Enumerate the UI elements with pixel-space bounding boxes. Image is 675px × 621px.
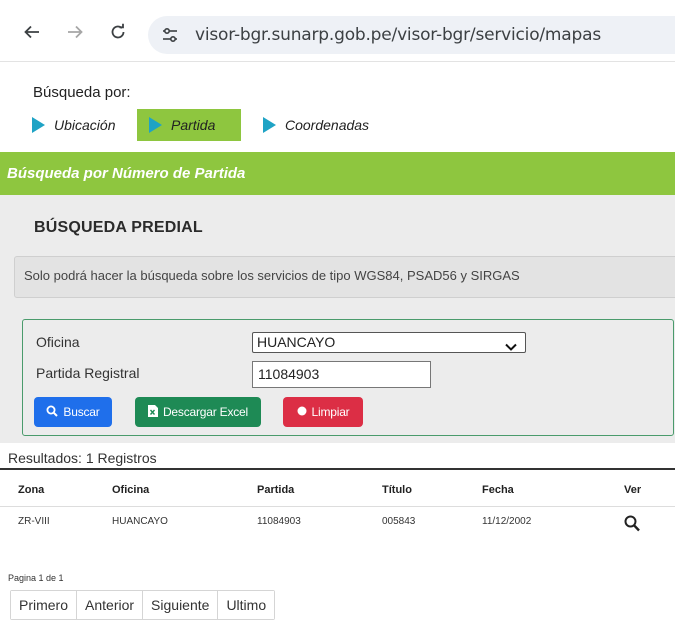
column-header-ver: Ver bbox=[624, 484, 642, 496]
forward-arrow-icon[interactable] bbox=[63, 20, 87, 44]
office-label: Oficina bbox=[36, 334, 80, 350]
search-button[interactable]: Buscar bbox=[34, 397, 112, 427]
tab-partida[interactable]: Partida bbox=[137, 109, 241, 141]
pager-first[interactable]: Primero bbox=[11, 591, 78, 619]
reload-icon[interactable] bbox=[106, 20, 130, 44]
notice-text: Solo podrá hacer la búsqueda sobre los s… bbox=[24, 268, 520, 283]
circle-icon bbox=[297, 405, 307, 419]
section-title: BÚSQUEDA PREDIAL bbox=[34, 219, 203, 236]
column-header-oficina: Oficina bbox=[112, 484, 150, 496]
partida-input[interactable]: 11084903 bbox=[252, 361, 431, 388]
column-header-zona: Zona bbox=[18, 484, 45, 496]
column-header-titulo: Título bbox=[382, 484, 412, 496]
page-info: Pagina 1 de 1 bbox=[8, 573, 64, 583]
pager-last[interactable]: Ultimo bbox=[218, 591, 275, 619]
cell-fecha: 11/12/2002 bbox=[482, 516, 532, 527]
url-text[interactable]: visor-bgr.sunarp.gob.pe/visor-bgr/servic… bbox=[195, 25, 601, 45]
triangle-icon bbox=[149, 117, 162, 133]
search-button-label: Buscar bbox=[63, 405, 100, 419]
clear-button[interactable]: Limpiar bbox=[283, 397, 363, 427]
office-select[interactable]: HUANCAYO bbox=[252, 332, 526, 353]
chevron-down-icon bbox=[505, 338, 517, 357]
results-count: Resultados: 1 Registros bbox=[8, 450, 157, 466]
office-select-value: HUANCAYO bbox=[257, 334, 336, 350]
search-icon bbox=[46, 405, 59, 420]
tab-label: Ubicación bbox=[54, 117, 116, 133]
search-by-label: Búsqueda por: bbox=[33, 84, 131, 101]
panel-header: Búsqueda por Número de Partida bbox=[0, 152, 675, 195]
pager-next[interactable]: Siguiente bbox=[143, 591, 219, 619]
pager-previous[interactable]: Anterior bbox=[77, 591, 144, 619]
column-header-partida: Partida bbox=[257, 484, 295, 496]
excel-file-icon bbox=[147, 404, 158, 420]
notice-box: Solo podrá hacer la búsqueda sobre los s… bbox=[14, 256, 675, 298]
tab-ubicacion[interactable]: Ubicación bbox=[20, 109, 125, 141]
download-excel-label: Descargar Excel bbox=[162, 405, 249, 419]
pagination: Primero Anterior Siguiente Ultimo bbox=[10, 590, 276, 620]
partida-label: Partida Registral bbox=[36, 365, 140, 381]
cell-oficina: HUANCAYO bbox=[112, 516, 168, 527]
address-bar[interactable]: visor-bgr.sunarp.gob.pe/visor-bgr/servic… bbox=[148, 16, 675, 54]
panel-header-title: Búsqueda por Número de Partida bbox=[7, 165, 246, 182]
triangle-icon bbox=[263, 117, 276, 133]
download-excel-button[interactable]: Descargar Excel bbox=[135, 397, 261, 427]
table-divider bbox=[0, 468, 675, 470]
tab-coordenadas[interactable]: Coordenadas bbox=[251, 109, 381, 141]
view-magnifier-icon[interactable] bbox=[624, 515, 640, 537]
cell-zona: ZR-VIII bbox=[18, 516, 50, 527]
back-arrow-icon[interactable] bbox=[20, 20, 44, 44]
cell-titulo: 005843 bbox=[382, 516, 416, 527]
tab-label: Partida bbox=[171, 117, 216, 133]
table-row-divider bbox=[0, 506, 675, 507]
column-header-fecha: Fecha bbox=[482, 484, 514, 496]
clear-button-label: Limpiar bbox=[311, 405, 350, 419]
site-info-icon[interactable] bbox=[160, 25, 180, 45]
cell-partida: 11084903 bbox=[257, 516, 301, 527]
tab-label: Coordenadas bbox=[285, 117, 370, 133]
browser-toolbar: visor-bgr.sunarp.gob.pe/visor-bgr/servic… bbox=[0, 0, 675, 62]
triangle-icon bbox=[32, 117, 45, 133]
